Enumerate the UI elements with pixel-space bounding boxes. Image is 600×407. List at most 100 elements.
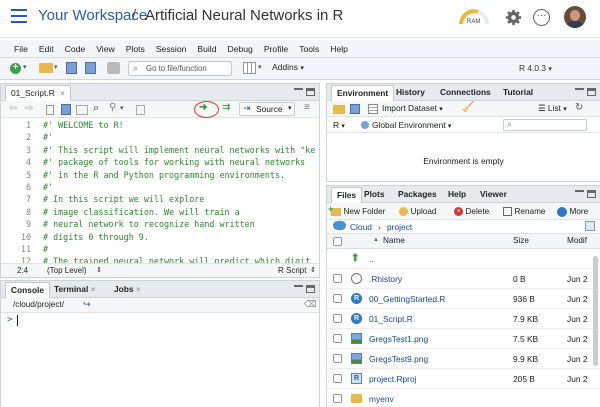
- load-workspace-icon[interactable]: [333, 105, 345, 114]
- env-search-input[interactable]: ⌕: [503, 119, 587, 131]
- new-file-dropdown-icon[interactable]: ▾: [23, 63, 27, 71]
- clear-broom-icon[interactable]: 🧹: [462, 102, 474, 113]
- file-name[interactable]: .Rhistory: [369, 274, 402, 284]
- list-item[interactable]: R project.Rproj 205 B Jun 2: [327, 369, 600, 389]
- minimize-pane-icon[interactable]: [294, 88, 303, 96]
- open-file-icon[interactable]: [39, 63, 53, 73]
- language-selector[interactable]: R ▾: [333, 120, 345, 130]
- column-modified[interactable]: Modif: [567, 236, 587, 245]
- back-arrow-icon[interactable]: ⇦: [9, 103, 17, 114]
- row-checkbox[interactable]: [333, 274, 342, 283]
- save-workspace-icon[interactable]: [350, 104, 360, 114]
- code-area[interactable]: 1 2 3 4 5 6 7 8 9 10 11 12 #' WELCOME to…: [1, 119, 319, 265]
- row-checkbox[interactable]: [333, 314, 342, 323]
- breadcrumb-project[interactable]: project: [387, 222, 412, 232]
- list-view-menu[interactable]: ☰ List ▾: [538, 103, 567, 113]
- console-minimize-icon[interactable]: [294, 285, 303, 293]
- goto-file-input[interactable]: ⌕ Go to file/function: [128, 61, 232, 76]
- menu-tools[interactable]: Tools: [299, 44, 319, 54]
- print-icon[interactable]: [107, 62, 120, 74]
- user-avatar[interactable]: [564, 6, 586, 28]
- list-item[interactable]: GregsTest1.png 7.5 KB Jun 2: [327, 329, 600, 349]
- new-folder-button[interactable]: + New Folder: [328, 204, 385, 216]
- rename-button[interactable]: Rename: [503, 206, 545, 217]
- maximize-pane-icon[interactable]: [306, 88, 315, 96]
- tab-console[interactable]: Console: [5, 282, 51, 298]
- menu-debug[interactable]: Debug: [228, 44, 253, 54]
- global-env-selector[interactable]: Global Environment ▾: [372, 120, 451, 130]
- source-on-save-icon[interactable]: [76, 105, 88, 115]
- console-output[interactable]: >: [1, 313, 319, 407]
- menu-code[interactable]: Code: [65, 44, 86, 54]
- file-name[interactable]: project.Rproj: [369, 374, 416, 384]
- console-maximize-icon[interactable]: [306, 285, 315, 293]
- menu-session[interactable]: Session: [156, 44, 187, 54]
- tab-terminal[interactable]: Terminal ×: [49, 282, 101, 298]
- forward-arrow-icon[interactable]: ⇨: [25, 103, 33, 114]
- hamburger-menu-icon[interactable]: [11, 9, 27, 23]
- file-name[interactable]: ..: [369, 254, 374, 264]
- tab-jobs[interactable]: Jobs ×: [109, 282, 146, 298]
- go-to-dir-icon[interactable]: ↪: [83, 299, 91, 310]
- tab-01-script[interactable]: 01_Script.R ×: [5, 85, 71, 101]
- file-name[interactable]: myenv: [369, 394, 394, 404]
- list-item[interactable]: myenv: [327, 389, 600, 407]
- more-button[interactable]: More: [557, 206, 588, 217]
- tab-viewer[interactable]: Viewer: [475, 187, 512, 203]
- file-name[interactable]: 01_Script.R: [369, 314, 413, 324]
- row-checkbox[interactable]: [333, 394, 342, 403]
- list-item[interactable]: R 00_GettingStarted.R 936 B Jun 2: [327, 289, 600, 309]
- files-maximize-icon[interactable]: [587, 190, 596, 198]
- code-tools-wand-icon[interactable]: ⚲: [109, 102, 116, 113]
- workspace-panes-icon[interactable]: [243, 62, 256, 74]
- close-tab-icon[interactable]: ×: [60, 88, 65, 98]
- menu-plots[interactable]: Plots: [126, 44, 145, 54]
- menu-build[interactable]: Build: [197, 44, 216, 54]
- upload-button[interactable]: Upload: [399, 206, 436, 217]
- select-all-checkbox[interactable]: [333, 237, 342, 246]
- file-name[interactable]: 00_GettingStarted.R: [369, 294, 445, 304]
- document-outline-icon[interactable]: ≡: [304, 102, 310, 113]
- editor-save-icon[interactable]: [61, 104, 71, 115]
- file-name[interactable]: GregsTest1.png: [369, 334, 428, 344]
- addins-menu[interactable]: Addins ▾: [272, 62, 304, 72]
- file-name[interactable]: GregsTest9.png: [369, 354, 428, 364]
- menu-help[interactable]: Help: [330, 44, 348, 54]
- tab-tutorial[interactable]: Tutorial: [498, 85, 538, 101]
- new-file-icon[interactable]: +: [10, 63, 21, 74]
- workspace-link[interactable]: Your Workspace: [38, 7, 147, 24]
- column-name[interactable]: Name: [383, 236, 405, 245]
- file-type-indicator[interactable]: R Script: [278, 266, 306, 275]
- delete-button[interactable]: × Delete: [454, 206, 489, 217]
- refresh-env-icon[interactable]: ↻: [575, 102, 583, 113]
- tab-history[interactable]: History: [391, 85, 430, 101]
- close-jobs-icon[interactable]: ×: [136, 284, 141, 294]
- row-checkbox[interactable]: [333, 354, 342, 363]
- ram-gauge[interactable]: RAM: [458, 6, 490, 30]
- list-item[interactable]: .Rhistory 0 B Jun 2: [327, 269, 600, 289]
- import-dataset-button[interactable]: Import Dataset ▾: [382, 103, 443, 113]
- import-dataset-icon[interactable]: [368, 104, 378, 114]
- menu-file[interactable]: File: [14, 44, 28, 54]
- source-button[interactable]: ⇥ Source ▾: [239, 102, 295, 116]
- env-maximize-icon[interactable]: [587, 88, 596, 96]
- menu-edit[interactable]: Edit: [39, 44, 54, 54]
- menu-profile[interactable]: Profile: [264, 44, 288, 54]
- list-item[interactable]: R 01_Script.R 7.9 KB Jun 2: [327, 309, 600, 329]
- tab-files[interactable]: Files: [331, 187, 363, 203]
- tab-plots[interactable]: Plots: [359, 187, 389, 203]
- run-line-icon[interactable]: ➜: [199, 102, 207, 113]
- menu-view[interactable]: View: [96, 44, 114, 54]
- list-item[interactable]: GregsTest9.png 9.9 KB Jun 2: [327, 349, 600, 369]
- row-checkbox[interactable]: [333, 374, 342, 383]
- save-icon[interactable]: [66, 62, 77, 74]
- more-options-icon[interactable]: ···: [533, 9, 550, 26]
- find-icon[interactable]: ⌕: [93, 102, 99, 115]
- save-all-icon[interactable]: [85, 62, 96, 74]
- close-terminal-icon[interactable]: ×: [91, 284, 96, 294]
- settings-gear-icon[interactable]: [505, 9, 522, 26]
- r-version-menu[interactable]: R 4.0.3 ▾: [519, 63, 552, 73]
- column-size[interactable]: Size: [513, 236, 529, 245]
- env-minimize-icon[interactable]: [575, 88, 584, 96]
- rerun-icon[interactable]: ⇉: [222, 102, 230, 113]
